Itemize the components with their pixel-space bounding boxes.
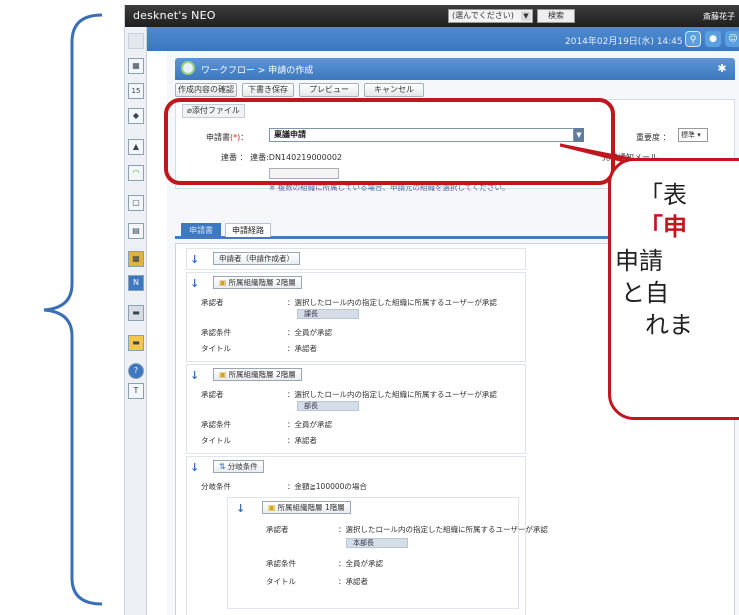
branch-head-label: 分岐条件 [227, 462, 258, 471]
org-icon: ▣ [268, 503, 276, 512]
callout-line-4: と自 [621, 279, 669, 307]
title-label: タイトル [201, 436, 231, 445]
arrow-down-icon: ↓ [190, 277, 200, 290]
page-title: ワークフロー > 申請の作成 [201, 66, 314, 76]
step-head-label: 所属組織階層 1階層 [277, 503, 345, 512]
neo-icon[interactable]: N [128, 275, 144, 291]
step-head-label: 所属組織階層 2階層 [228, 278, 296, 287]
step-head[interactable]: ▣ 所属組織階層 1階層 [262, 501, 351, 514]
arrow-down-icon: ↓ [236, 502, 246, 515]
callout-line-2: 「申 [639, 213, 687, 241]
approver-label: 承認者 [266, 525, 289, 534]
step-head[interactable]: ▣ 所属組織階層 2階層 [213, 368, 302, 381]
chevron-down-icon: ▼ [521, 11, 531, 21]
approver-value: ：選択したロール内の指定した組織に所属するユーザーが承認 [287, 298, 497, 307]
arrow-down-icon: ↓ [190, 461, 200, 474]
applicant-step-head[interactable]: 申請者（申請作成者） [213, 252, 300, 265]
title-value: ：承認者 [338, 577, 368, 586]
condition-label: 承認条件 [201, 420, 231, 429]
portal-icon[interactable] [128, 33, 144, 49]
branch-icon: ⇅ [219, 462, 226, 471]
date-bar: 2014年02月19日(水) 14:45 ⚲ ● ☺ [125, 27, 739, 51]
help-icon[interactable]: ? [128, 363, 144, 379]
route-step-applicant: ↓ 申請者（申請作成者） [186, 248, 526, 270]
calendar-icon[interactable]: 15 [128, 83, 144, 99]
folder-yellow-icon[interactable]: ▬ [128, 335, 144, 351]
approver-label: 承認者 [201, 298, 224, 307]
callout-line-3: 申請 [615, 247, 663, 275]
route-step: ↓ ▣ 所属組織階層 2階層 承認者 ：選択したロール内の指定した組織に所属するユ… [186, 272, 526, 362]
workflow-icon [181, 61, 195, 75]
branch-head[interactable]: ⇅ 分岐条件 [213, 460, 264, 473]
screen: desknet's NEO (選んでください) ▼ 検索 斎藤花子 2014年0… [0, 0, 739, 615]
callout-line-1: 「表 [639, 181, 687, 209]
tab-route[interactable]: 申請経路 [225, 223, 271, 237]
title-label: タイトル [201, 344, 231, 353]
role-chip: 部長 [297, 401, 359, 411]
condition-value: ：全員が承認 [338, 559, 383, 568]
condition-value: ：全員が承認 [287, 420, 332, 429]
document-icon[interactable]: ▢ [128, 195, 144, 211]
text-icon[interactable]: T [128, 383, 144, 399]
callout-line-5: れま [645, 311, 693, 339]
current-datetime: 2014年02月19日(水) 14:45 [565, 37, 683, 47]
approver-label: 承認者 [201, 390, 224, 399]
step-head[interactable]: ▣ 所属組織階層 2階層 [213, 276, 302, 289]
tab-application[interactable]: 申請書 [181, 223, 221, 237]
search-button[interactable]: 検索 [537, 9, 575, 23]
folder-icon[interactable]: ▬ [128, 305, 144, 321]
schedule-icon[interactable]: ▦ [128, 58, 144, 74]
route-step: ↓ ▣ 所属組織階層 2階層 承認者 ：選択したロール内の指定した組織に所属するユ… [186, 364, 526, 454]
left-bracket-annotation [43, 13, 103, 606]
preview-button[interactable]: プレビュー [299, 83, 359, 97]
role-chip: 本部長 [346, 538, 408, 548]
callout-annotation: 「表 「申 申請 と自 れま [608, 158, 739, 420]
search-scope-select[interactable]: (選んでください) ▼ [448, 9, 533, 23]
arrow-down-icon: ↓ [190, 369, 200, 382]
user-icon[interactable]: ☺ [725, 31, 739, 47]
save-draft-button[interactable]: 下書き保存 [242, 83, 294, 97]
info-icon[interactable]: ◆ [128, 108, 144, 124]
condition-value: ：全員が承認 [287, 328, 332, 337]
title-value: ：承認者 [287, 344, 317, 353]
arrow-down-icon: ↓ [190, 253, 200, 266]
route-step: ↓ ▣ 所属組織階層 1階層 承認者 ：選択したロール内の指定した組織に所属するユ… [227, 497, 548, 609]
notification-icon[interactable]: ⚲ [685, 31, 701, 47]
apps-icon[interactable]: ▦ [128, 251, 144, 267]
org-icon: ▣ [219, 278, 227, 287]
condition-label: 承認条件 [266, 559, 296, 568]
top-bar: desknet's NEO (選んでください) ▼ 検索 斎藤花子 [125, 5, 739, 27]
report-icon[interactable]: ▤ [128, 223, 144, 239]
app-logo[interactable]: desknet's NEO [133, 9, 216, 22]
branch-condition-value: ：金額≧100000の場合 [287, 482, 367, 491]
branch-condition-label: 分岐条件 [201, 482, 231, 491]
approver-value: ：選択したロール内の指定した組織に所属するユーザーが承認 [287, 390, 497, 399]
page-header: ワークフロー > 申請の作成 ✱ [175, 58, 735, 80]
title-label: タイトル [266, 577, 296, 586]
search-scope-value: (選んでください) [452, 11, 514, 20]
gear-icon[interactable]: ✱ [715, 62, 729, 76]
branch-step: ↓ ⇅ 分岐条件 分岐条件 ：金額≧100000の場合 ↓ ▣ 所属組織階層 1階層… [186, 456, 548, 615]
message-icon[interactable]: ● [705, 31, 721, 47]
condition-label: 承認条件 [201, 328, 231, 337]
cancel-button[interactable]: キャンセル [364, 83, 424, 97]
step-head-label: 所属組織階層 2階層 [228, 370, 296, 379]
workflow-icon[interactable]: ◠ [128, 165, 144, 181]
sidebar: ▦ 15 ◆ ▲ ◠ ▢ ▤ ▦ N ▬ ▬ ? T [125, 27, 147, 615]
chart-icon[interactable]: ▲ [128, 139, 144, 155]
org-icon: ▣ [219, 370, 227, 379]
approver-value: ：選択したロール内の指定した組織に所属するユーザーが承認 [338, 525, 548, 534]
user-name[interactable]: 斎藤花子 [703, 11, 735, 22]
role-chip: 課長 [297, 309, 359, 319]
highlight-annotation [164, 98, 615, 185]
confirm-button[interactable]: 作成内容の確認 [175, 83, 237, 97]
title-value: ：承認者 [287, 436, 317, 445]
